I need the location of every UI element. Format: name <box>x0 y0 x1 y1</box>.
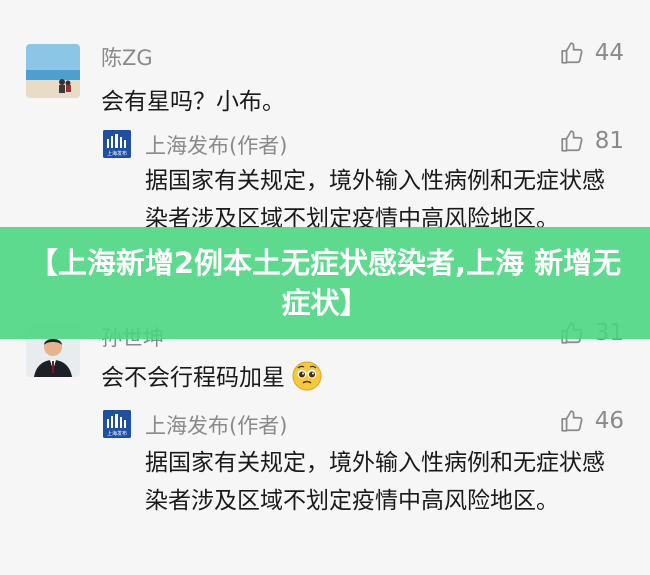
reply-author[interactable]: 上海发布(作者) <box>145 410 287 440</box>
publisher-logo[interactable]: 上海发布 <box>103 130 131 158</box>
publisher-logo-text: 上海发布 <box>107 150 127 157</box>
comment-text: 会有星吗？小布。 <box>101 89 285 115</box>
like-button[interactable]: 81 <box>559 128 624 154</box>
banner-text: 【上海新增2例本土无症状感染者,上海 新增无症状】 <box>28 246 622 320</box>
like-button[interactable]: 46 <box>559 408 624 434</box>
publisher-logo[interactable]: 上海发布 <box>103 410 131 438</box>
thumbs-up-icon <box>561 130 583 152</box>
headline-banner: 【上海新增2例本土无症状感染者,上海 新增无症状】 <box>0 227 650 339</box>
like-button[interactable]: 44 <box>559 40 624 66</box>
reply-author[interactable]: 上海发布(作者) <box>145 130 287 160</box>
reply-text: 据国家有关规定，境外输入性病例和无症状感染者涉及区域不划定疫情中高风险地区。 <box>145 450 605 514</box>
like-count: 44 <box>594 40 624 66</box>
like-count: 81 <box>594 128 624 154</box>
comment-text-body: 会不会行程码加星 <box>101 365 285 391</box>
avatar[interactable] <box>26 44 80 98</box>
like-count: 46 <box>594 408 624 434</box>
publisher-logo-text: 上海发布 <box>107 430 127 437</box>
comment-text: 会不会行程码加星 <box>101 358 322 397</box>
thumbs-up-icon <box>561 42 583 64</box>
thumbs-up-icon <box>561 410 583 432</box>
pleading-face-icon <box>292 361 322 397</box>
comment-author[interactable]: 陈ZG <box>101 42 153 72</box>
